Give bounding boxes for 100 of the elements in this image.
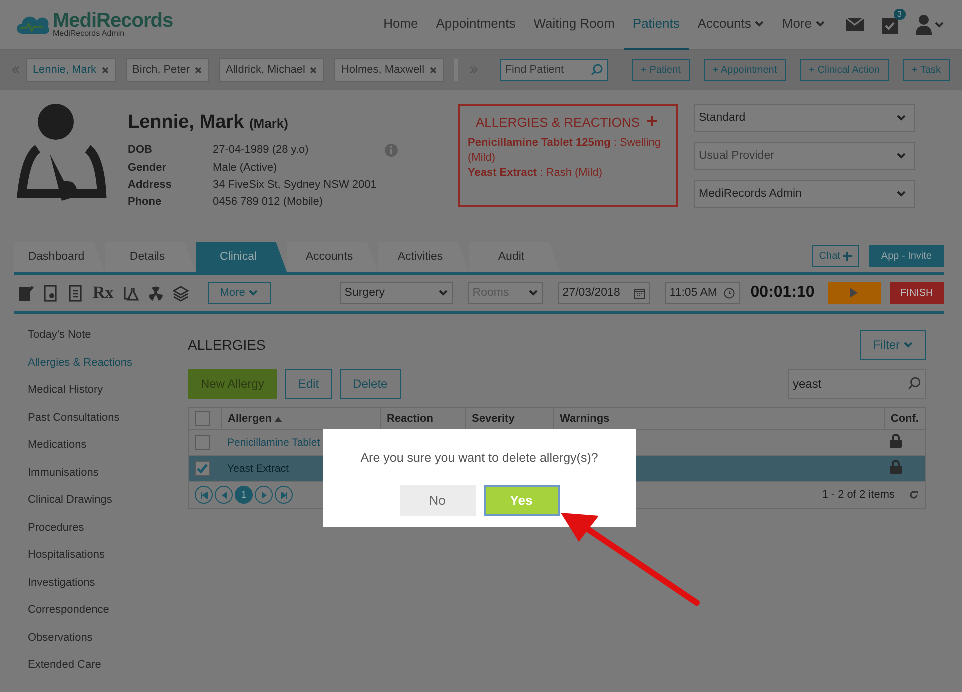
add-button[interactable]: + Patient — [632, 59, 690, 81]
document-search-icon[interactable] — [43, 284, 59, 302]
cancel-button[interactable]: No — [400, 485, 476, 516]
allergy-panel-title: ALLERGIES & REACTIONS — [476, 114, 640, 130]
select-all-checkbox[interactable] — [195, 411, 210, 426]
info-icon[interactable] — [385, 144, 398, 157]
radiation-icon[interactable] — [148, 284, 164, 302]
record-tab[interactable]: Details — [105, 242, 196, 272]
nav-item[interactable]: Appointments — [427, 0, 525, 50]
nav-item[interactable]: Accounts — [688, 0, 774, 50]
action-button[interactable]: Edit — [285, 369, 332, 399]
patient-tab[interactable]: Birch, Peter — [126, 58, 209, 82]
clipboard-check-icon[interactable] — [882, 16, 898, 34]
dropdown[interactable]: Standard — [694, 104, 915, 132]
row-checkbox[interactable] — [195, 461, 210, 476]
previous-page-icon[interactable] — [215, 486, 233, 504]
patient-tab[interactable]: Lennie, Mark — [26, 58, 116, 82]
search-icon[interactable] — [908, 377, 921, 390]
finish-button[interactable]: FINISH — [890, 282, 944, 304]
sidebar-item[interactable]: Immunisations — [28, 466, 188, 494]
field-value: 0456 789 012 (Mobile) — [213, 196, 324, 208]
document-list-icon[interactable] — [68, 284, 84, 302]
column-header[interactable]: Reaction — [380, 408, 466, 430]
caret-icon — [897, 153, 906, 159]
first-page-icon[interactable] — [195, 486, 213, 504]
allergen-link[interactable]: Penicillamine Tablet — [228, 436, 320, 448]
play-button[interactable] — [828, 282, 881, 304]
prescription-button[interactable]: Rx — [93, 283, 114, 303]
lock-icon — [890, 460, 902, 474]
caret-icon — [249, 290, 258, 296]
column-header[interactable]: Warnings — [554, 408, 884, 430]
provider-dropdown[interactable]: Usual Provider — [694, 142, 915, 170]
filter-button[interactable]: Filter — [860, 330, 926, 360]
refresh-icon[interactable] — [909, 490, 919, 500]
sidebar-item[interactable]: Medical History — [28, 384, 188, 412]
record-tab[interactable]: Activities — [378, 242, 469, 272]
sidebar-item[interactable]: Correspondence — [28, 604, 188, 632]
sidebar-item[interactable]: Medications — [28, 439, 188, 466]
record-tab[interactable]: Accounts — [287, 242, 378, 272]
flask-icon[interactable] — [122, 284, 139, 302]
allergy-search-field[interactable]: yeast — [788, 369, 926, 399]
patient-tab[interactable]: Alldrick, Michael — [219, 58, 324, 82]
nav-item[interactable]: Home — [374, 0, 428, 50]
close-icon[interactable] — [102, 66, 109, 74]
caret-icon — [528, 290, 538, 296]
column-header[interactable]: Conf. — [884, 408, 926, 430]
location-dropdown[interactable]: Surgery — [340, 282, 453, 304]
add-button[interactable]: + Clinical Action — [800, 59, 890, 81]
page-button[interactable]: 1 — [235, 486, 253, 504]
allergy-summary-item: Yeast Extract : Rash (Mild) — [468, 166, 604, 181]
caret-icon — [897, 115, 906, 121]
row-checkbox[interactable] — [195, 435, 210, 450]
action-button[interactable]: Delete — [340, 369, 401, 399]
stack-icon[interactable] — [172, 284, 189, 302]
add-button[interactable]: + Appointment — [704, 59, 786, 81]
field-value: Male (Active) — [213, 162, 278, 174]
search-icon[interactable] — [591, 64, 604, 76]
caret-icon — [438, 290, 448, 296]
sidebar-item[interactable]: Allergies & Reactions — [28, 356, 188, 384]
add-button[interactable]: + Task — [903, 59, 950, 81]
sidebar-item[interactable]: Procedures — [28, 522, 188, 549]
column-header[interactable]: Severity — [466, 408, 554, 430]
sidebar-item[interactable]: Investigations — [28, 576, 188, 604]
app-invite-button[interactable]: App - Invite — [869, 245, 944, 267]
clock-icon[interactable] — [724, 288, 735, 298]
last-page-icon[interactable] — [275, 486, 293, 504]
sidebar-item[interactable]: Extended Care — [28, 659, 188, 686]
patient-search-field[interactable]: Find Patient — [500, 59, 608, 81]
add-allergy-button[interactable]: + — [646, 114, 658, 130]
field-value: 27-04-1989 (28 y.o) — [213, 144, 310, 157]
caret-icon — [935, 22, 944, 28]
nav-item[interactable]: Waiting Room — [524, 0, 624, 50]
time-field[interactable]: 11:05 AM — [664, 282, 740, 304]
sidebar-item[interactable]: Past Consultations — [28, 412, 188, 439]
column-header[interactable]: Allergen — [222, 408, 380, 430]
sidebar-item[interactable]: Observations — [28, 632, 188, 659]
calendar-icon[interactable] — [634, 288, 645, 298]
user-icon[interactable] — [916, 14, 932, 34]
note-edit-icon[interactable] — [18, 284, 34, 302]
next-page-icon[interactable] — [255, 486, 273, 504]
date-field[interactable]: 27/03/2018 — [558, 282, 650, 304]
field-label: Phone — [128, 196, 163, 208]
sidebar-item[interactable]: Today's Note — [28, 329, 188, 356]
mail-icon[interactable] — [846, 18, 864, 31]
record-tab[interactable]: Dashboard — [14, 242, 105, 272]
record-tab[interactable]: Audit — [469, 242, 560, 272]
record-tab[interactable]: Clinical — [196, 242, 287, 272]
sidebar-item[interactable]: Clinical Drawings — [28, 494, 188, 522]
allergen-link[interactable]: Yeast Extract — [228, 462, 289, 474]
close-icon[interactable] — [430, 66, 437, 74]
nav-item[interactable]: More — [773, 0, 834, 50]
close-icon[interactable] — [195, 66, 202, 74]
confirm-button[interactable]: Yes — [484, 485, 560, 516]
more-button[interactable]: More — [208, 282, 271, 304]
patient-tab[interactable]: Holmes, Maxwell — [334, 58, 444, 82]
dropdown[interactable]: MediRecords Admin — [694, 180, 915, 208]
close-icon[interactable] — [310, 66, 318, 74]
chat-button[interactable]: Chat — [812, 245, 860, 267]
sidebar-item[interactable]: Hospitalisations — [28, 549, 188, 576]
sort-ascending-icon[interactable] — [275, 416, 282, 422]
